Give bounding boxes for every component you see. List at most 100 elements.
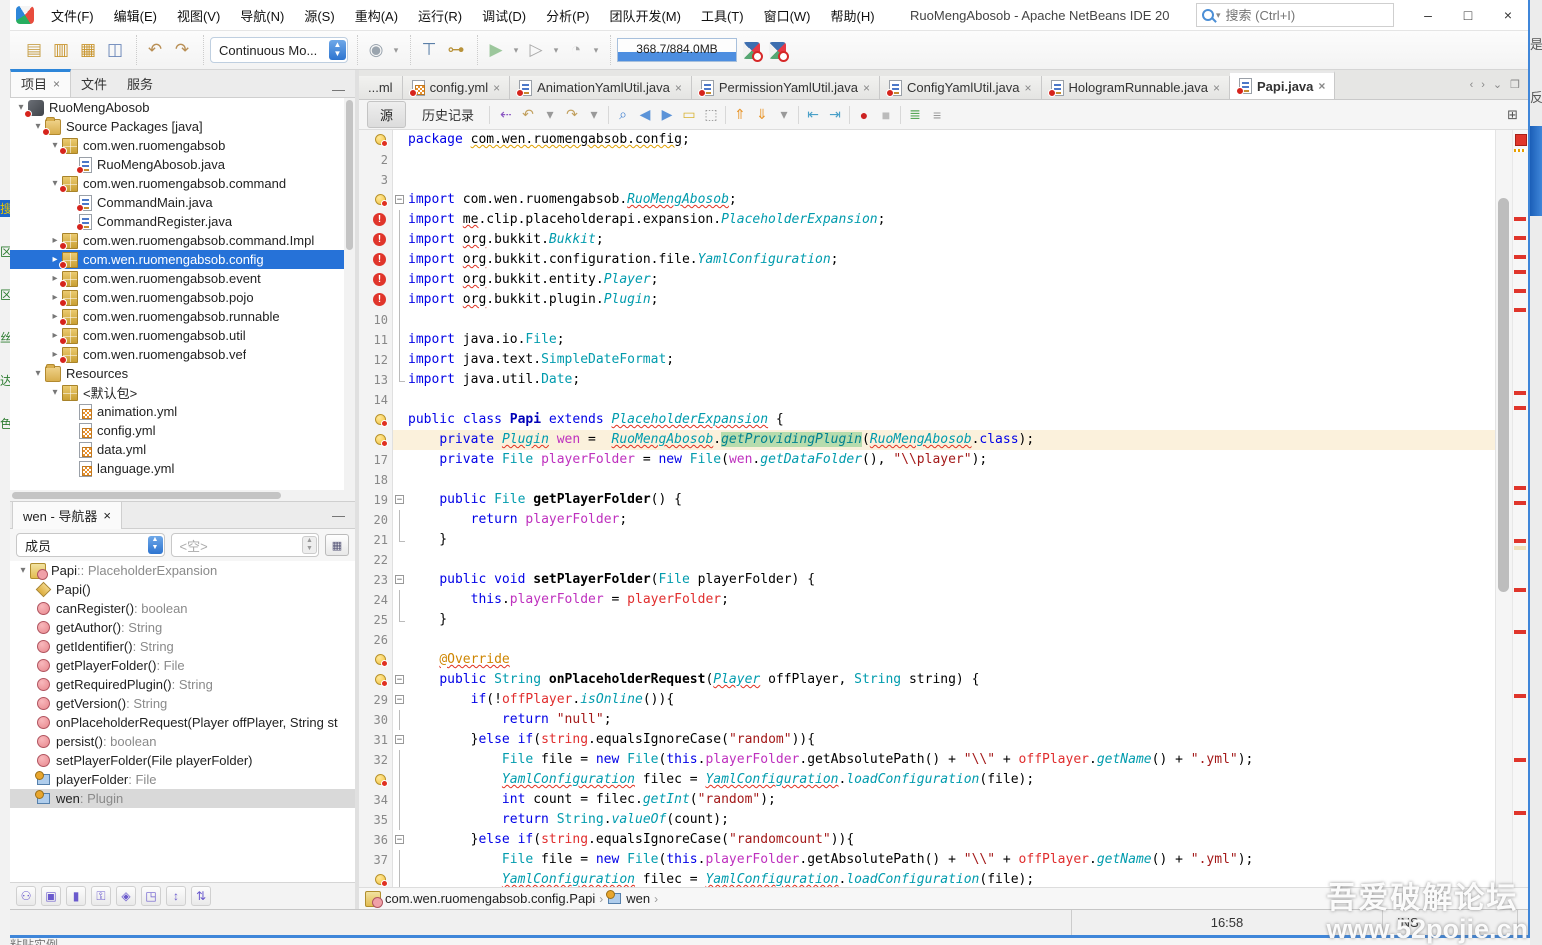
redo-button[interactable]: ↷ <box>170 38 194 62</box>
shift-line-left-button[interactable]: ⇤ <box>802 104 824 126</box>
tree-row[interactable]: ▾Source Packages [java] <box>10 117 355 136</box>
menu-item-12[interactable]: 帮助(H) <box>822 2 884 29</box>
error-icon[interactable]: ! <box>373 233 386 246</box>
fold-marker[interactable] <box>393 830 408 850</box>
gutter-cell[interactable]: 3 <box>359 170 393 190</box>
tree-row[interactable]: data.yml <box>10 440 355 459</box>
menu-item-5[interactable]: 重构(A) <box>346 2 407 29</box>
forward-dropdown[interactable]: ▾ <box>583 104 605 126</box>
gutter-cell[interactable]: 12 <box>359 350 393 370</box>
code-line-9[interactable]: !import org.bukkit.plugin.Plugin; <box>359 290 1495 310</box>
new-project-button[interactable]: ▥ <box>49 38 73 62</box>
show-non-public-members-button[interactable]: ⚿ <box>91 886 111 906</box>
code-line-15[interactable]: public class Papi extends PlaceholderExp… <box>359 410 1495 430</box>
code-line-17[interactable]: 17 private File playerFolder = new File(… <box>359 450 1495 470</box>
gutter-cell[interactable]: ! <box>359 290 393 310</box>
gutter-cell[interactable] <box>359 650 393 670</box>
editor-tab-close-icon[interactable]: × <box>675 81 682 95</box>
editor-tab-close-icon[interactable]: × <box>1025 81 1032 95</box>
fold-marker[interactable] <box>393 490 408 510</box>
editor-scrollbar[interactable] <box>1495 130 1512 887</box>
error-stripe-mark[interactable] <box>1514 391 1526 395</box>
gutter-cell[interactable]: 19 <box>359 490 393 510</box>
gutter-cell[interactable]: 11 <box>359 330 393 350</box>
tree-row[interactable]: ▸com.wen.ruomengabsob.config <box>10 250 355 269</box>
member-row[interactable]: canRegister() : boolean <box>10 599 355 618</box>
code-line-24[interactable]: 24 this.playerFolder = playerFolder; <box>359 590 1495 610</box>
gutter-cell[interactable]: 13 <box>359 370 393 390</box>
gutter-cell[interactable]: 32 <box>359 750 393 770</box>
gutter-cell[interactable]: 31 <box>359 730 393 750</box>
editor-tab-close-icon[interactable]: × <box>1213 81 1220 95</box>
menu-item-4[interactable]: 源(S) <box>295 2 343 29</box>
menu-item-8[interactable]: 分析(P) <box>537 2 598 29</box>
forward-button[interactable]: ↷ <box>561 104 583 126</box>
expander-icon[interactable]: ▾ <box>16 565 30 576</box>
history-view-button[interactable]: 历史记录 <box>412 102 484 127</box>
profile-project-button-dropdown[interactable]: ▾ <box>591 38 601 62</box>
fold-marker[interactable] <box>393 730 408 750</box>
code-line-27[interactable]: @Override <box>359 650 1495 670</box>
code-line-6[interactable]: !import org.bukkit.Bukkit; <box>359 230 1495 250</box>
tree-row[interactable]: CommandMain.java <box>10 193 355 212</box>
warning-hint-icon[interactable] <box>375 134 386 145</box>
panel-tab-服务[interactable]: 服务 <box>117 70 163 97</box>
error-stripe-mark[interactable] <box>1514 486 1526 490</box>
expander-icon[interactable]: ▾ <box>31 368 45 379</box>
sort-alphabetically-button[interactable]: ↕ <box>166 886 186 906</box>
tree-row[interactable]: CommandRegister.java <box>10 212 355 231</box>
maximize-button[interactable]: □ <box>1448 1 1488 29</box>
code-editor[interactable]: package com.wen.ruomengabsob.config;23im… <box>359 130 1495 887</box>
memory-indicator[interactable]: 368.7/884.0MB <box>617 38 737 62</box>
show-inner-classes-button[interactable]: ◈ <box>116 886 136 906</box>
member-row[interactable]: getPlayerFolder() : File <box>10 656 355 675</box>
code-line-35[interactable]: 35 return String.valueOf(count); <box>359 810 1495 830</box>
menu-item-9[interactable]: 团队开发(M) <box>600 2 690 29</box>
member-row[interactable]: wen : Plugin <box>10 789 355 808</box>
tree-row[interactable]: language.yml <box>10 459 355 478</box>
editor-tab-config.yml[interactable]: config.yml× <box>403 76 511 99</box>
gutter-cell[interactable]: 35 <box>359 810 393 830</box>
warning-hint-icon[interactable] <box>375 774 386 785</box>
code-line-11[interactable]: 11import java.io.File; <box>359 330 1495 350</box>
editor-tab-Papi.java[interactable]: Papi.java× <box>1230 71 1335 99</box>
code-line-13[interactable]: 13import java.util.Date; <box>359 370 1495 390</box>
panel-tab-文件[interactable]: 文件 <box>71 70 117 97</box>
find-previous-button[interactable]: ◀ <box>634 104 656 126</box>
tree-row[interactable]: ▸com.wen.ruomengabsob.event <box>10 269 355 288</box>
editor-tab-PermissionYamlUtil.java[interactable]: PermissionYamlUtil.java× <box>692 76 880 99</box>
breadcrumb-label[interactable]: com.wen.ruomengabsob.config.Papi <box>385 891 595 906</box>
code-line-4[interactable]: import com.wen.ruomengabsob.RuoMengAboso… <box>359 190 1495 210</box>
navigator-tab[interactable]: wen - 导航器 × <box>12 501 122 529</box>
error-stripe-mark[interactable] <box>1514 694 1526 698</box>
error-stripe[interactable] <box>1512 130 1528 887</box>
tree-row[interactable]: animation.yml <box>10 402 355 421</box>
error-stripe-mark[interactable] <box>1514 270 1526 274</box>
gutter-cell[interactable]: 10 <box>359 310 393 330</box>
menu-item-6[interactable]: 运行(R) <box>409 2 471 29</box>
warning-hint-icon[interactable] <box>375 874 386 885</box>
error-stripe-mark[interactable] <box>1514 758 1526 762</box>
error-stripe-mark[interactable] <box>1514 236 1526 240</box>
warning-hint-icon[interactable] <box>375 654 386 665</box>
scroll-left-button[interactable]: ‹ <box>1470 79 1474 91</box>
projects-minimize-button[interactable]: — <box>322 82 355 97</box>
set-main-project-button[interactable]: ◉ <box>364 38 388 62</box>
code-line-18[interactable]: 18 <box>359 470 1495 490</box>
code-line-23[interactable]: 23 public void setPlayerFolder(File play… <box>359 570 1495 590</box>
gutter-cell[interactable]: 25 <box>359 610 393 630</box>
code-line-37[interactable]: 37 File file = new File(this.playerFolde… <box>359 850 1495 870</box>
profile-project-button[interactable]: ◔ <box>564 38 588 62</box>
code-line-34[interactable]: 34 int count = filec.getInt("random"); <box>359 790 1495 810</box>
gutter-cell[interactable]: 37 <box>359 850 393 870</box>
tree-row[interactable]: ▾RuoMengAbosob <box>10 98 355 117</box>
gutter-cell[interactable]: 17 <box>359 450 393 470</box>
stop-macro-recording-button[interactable]: ■ <box>875 104 897 126</box>
gc-timer-icon[interactable] <box>743 42 760 59</box>
gutter-cell[interactable] <box>359 410 393 430</box>
code-line-5[interactable]: !import me.clip.placeholderapi.expansion… <box>359 210 1495 230</box>
show-inherited-members-button[interactable]: ⚇ <box>16 886 36 906</box>
source-view-button[interactable]: 源 <box>367 101 406 128</box>
gutter-cell[interactable] <box>359 130 393 150</box>
gutter-cell[interactable]: 30 <box>359 710 393 730</box>
